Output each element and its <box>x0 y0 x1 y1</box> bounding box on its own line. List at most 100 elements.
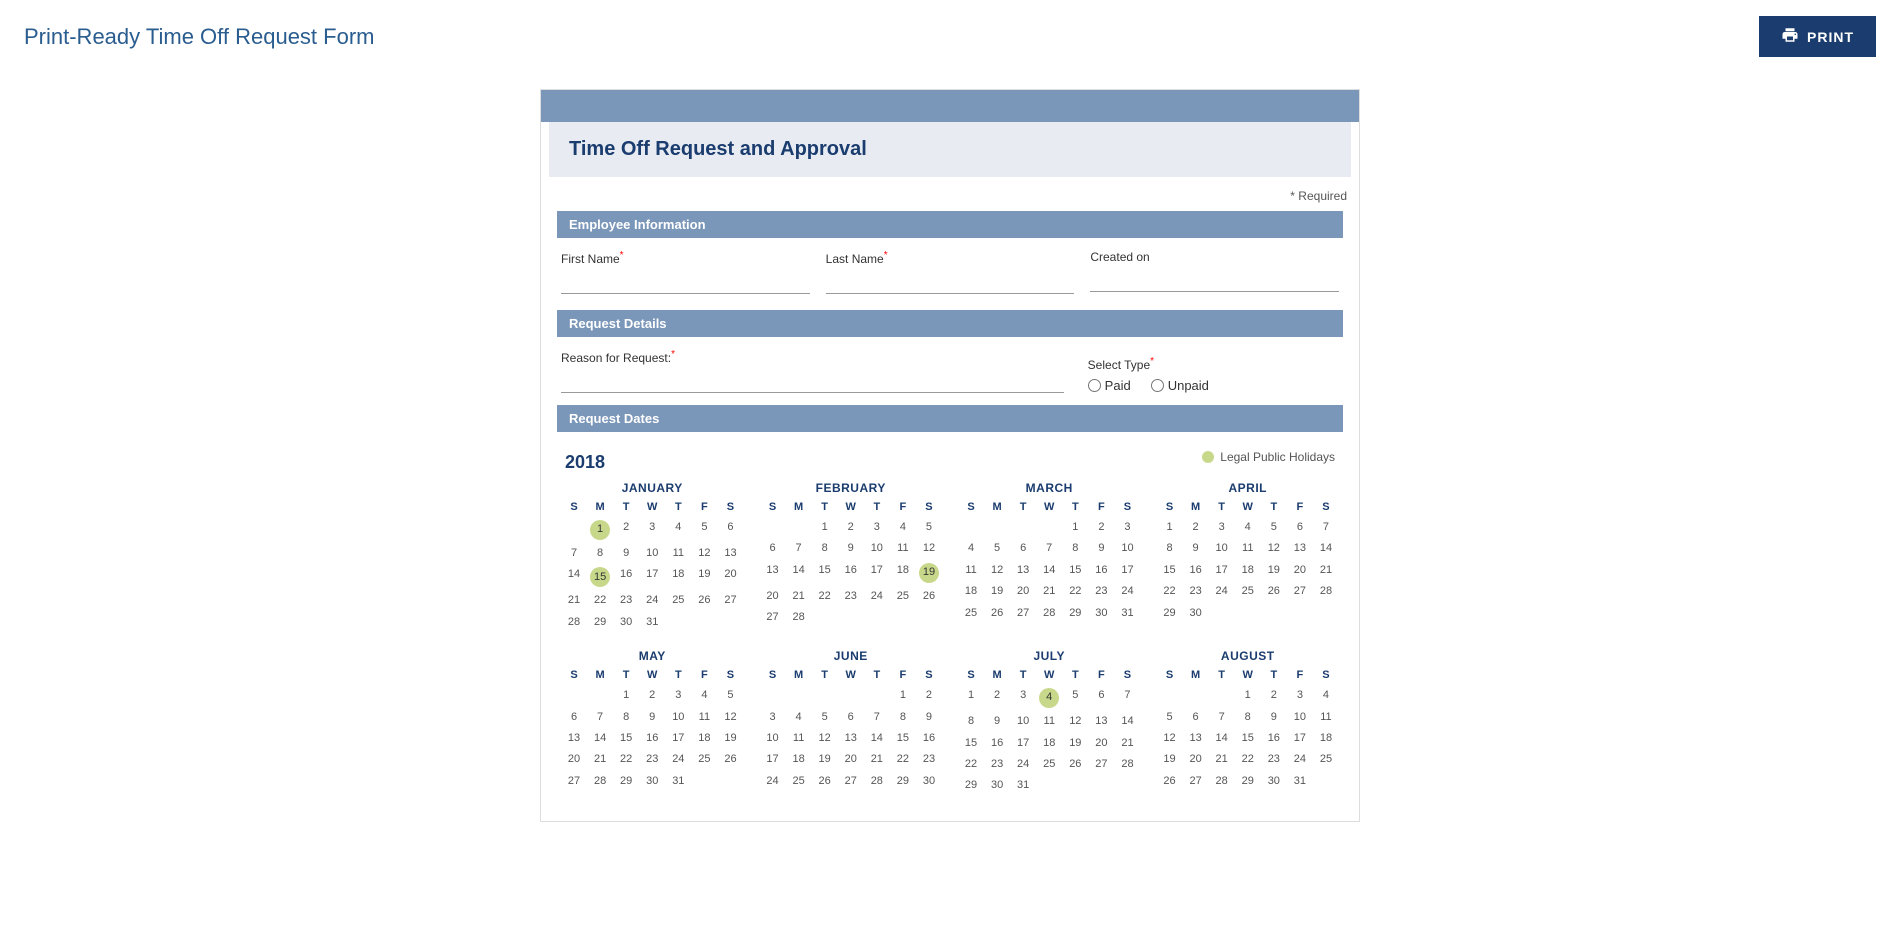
calendar-day: 27 <box>717 590 743 611</box>
calendar-day: 16 <box>639 728 665 749</box>
calendar-day: 21 <box>561 590 587 611</box>
last-name-input[interactable] <box>826 270 1075 294</box>
calendar-dow: M <box>1183 499 1209 515</box>
calendar-day: 8 <box>613 707 639 728</box>
calendar-body: 1234567891011121314151617181920212223242… <box>1157 685 1340 792</box>
calendar-dow: T <box>1062 499 1088 515</box>
calendar-day: 26 <box>691 590 717 611</box>
calendar-day: 24 <box>1209 581 1235 602</box>
unpaid-radio[interactable] <box>1151 379 1164 392</box>
calendar-day: 5 <box>916 517 942 538</box>
calendar-highlighted-day: 1 <box>590 520 610 540</box>
calendar-day: 5 <box>1062 685 1088 711</box>
calendar-day: 1 <box>1235 685 1261 706</box>
calendar-day: 1 <box>587 517 613 543</box>
calendar-dow: T <box>1209 499 1235 515</box>
calendar-day: 25 <box>691 749 717 770</box>
print-button[interactable]: PRINT <box>1759 16 1876 57</box>
calendar-day: 21 <box>1209 749 1235 770</box>
calendar-day: 13 <box>561 728 587 749</box>
paid-label: Paid <box>1105 378 1131 393</box>
calendar-day: 9 <box>984 711 1010 732</box>
calendar-day: 2 <box>1261 685 1287 706</box>
calendar-day: 2 <box>613 517 639 543</box>
calendar-day: 24 <box>760 771 786 792</box>
calendar-day: 4 <box>890 517 916 538</box>
select-type-label: Select Type* <box>1088 356 1339 372</box>
calendar-august: AUGUSTSMTWTFS123456789101112131415161718… <box>1157 649 1340 797</box>
calendar-dow: S <box>717 499 743 515</box>
unpaid-label: Unpaid <box>1168 378 1209 393</box>
calendar-day: 22 <box>958 754 984 775</box>
calendar-day: 12 <box>916 538 942 559</box>
calendar-day: 16 <box>984 733 1010 754</box>
calendar-day: 30 <box>613 612 639 633</box>
calendar-day: 23 <box>1183 581 1209 602</box>
calendar-day: 18 <box>890 560 916 586</box>
calendar-title-january: JANUARY <box>561 481 744 495</box>
calendar-day: 10 <box>1209 538 1235 559</box>
calendar-january: JANUARYSMTWTFS12345678910111213141516171… <box>561 481 744 633</box>
calendar-february: FEBRUARYSMTWTFS1234567891011121314151617… <box>760 481 943 633</box>
calendar-header: SMTWTFS <box>1157 667 1340 683</box>
calendar-header: SMTWTFS <box>561 499 744 515</box>
year-label: 2018 <box>561 444 609 477</box>
calendar-dow: T <box>1261 499 1287 515</box>
calendar-header: SMTWTFS <box>760 667 943 683</box>
calendar-day: 30 <box>916 771 942 792</box>
calendar-june: JUNE SMTWTFS 12345678910111213141516171819… <box>760 649 943 797</box>
calendar-day: 12 <box>812 728 838 749</box>
calendar-day: 25 <box>1036 754 1062 775</box>
calendar-day: 15 <box>812 560 838 586</box>
calendar-header: SMTWTFS <box>561 667 744 683</box>
paid-option[interactable]: Paid <box>1088 378 1131 393</box>
calendar-day: 13 <box>1088 711 1114 732</box>
calendar-day: 18 <box>1235 560 1261 581</box>
paid-radio[interactable] <box>1088 379 1101 392</box>
calendar-day: 9 <box>1183 538 1209 559</box>
calendar-day: 30 <box>1183 603 1209 624</box>
calendar-day: 26 <box>812 771 838 792</box>
calendar-day: 18 <box>691 728 717 749</box>
calendar-day: 24 <box>1010 754 1036 775</box>
legend-row: Legal Public Holidays <box>1198 450 1339 472</box>
calendar-day: 14 <box>587 728 613 749</box>
calendar-body: 1234567891011121314151617181920212223242… <box>760 685 943 792</box>
calendar-day: 23 <box>838 586 864 607</box>
calendar-day: 23 <box>613 590 639 611</box>
first-name-input[interactable] <box>561 270 810 294</box>
calendar-day: 8 <box>812 538 838 559</box>
calendar-dow: T <box>1062 667 1088 683</box>
calendar-day: 3 <box>1114 517 1140 538</box>
calendar-day: 3 <box>864 517 890 538</box>
calendar-day: 9 <box>613 543 639 564</box>
calendar-dow: T <box>613 499 639 515</box>
calendar-day: 5 <box>691 517 717 543</box>
form-header-bar <box>541 90 1359 122</box>
calendar-day: 28 <box>1036 603 1062 624</box>
calendar-day: 13 <box>760 560 786 586</box>
first-name-label: First Name* <box>561 250 810 266</box>
created-on-input[interactable] <box>1090 268 1339 292</box>
calendar-dow: S <box>561 499 587 515</box>
calendar-day: 15 <box>890 728 916 749</box>
calendar-day: 19 <box>984 581 1010 602</box>
calendar-day: 3 <box>665 685 691 706</box>
calendar-day: 7 <box>1313 517 1339 538</box>
calendar-day: 3 <box>1010 685 1036 711</box>
calendar-day: 7 <box>1036 538 1062 559</box>
calendar-day: 26 <box>1062 754 1088 775</box>
calendar-day: 11 <box>1313 707 1339 728</box>
calendar-day: 7 <box>587 707 613 728</box>
reason-input[interactable] <box>561 369 1064 393</box>
calendar-title-june: JUNE <box>760 649 943 663</box>
calendar-day: 26 <box>984 603 1010 624</box>
calendar-dow: F <box>1287 667 1313 683</box>
calendars-grid: JANUARY SMTWTFS 12345678910111213141516171… <box>557 481 1343 797</box>
calendar-day: 12 <box>1062 711 1088 732</box>
unpaid-option[interactable]: Unpaid <box>1151 378 1209 393</box>
calendar-day: 26 <box>1157 771 1183 792</box>
calendar-dow: F <box>890 667 916 683</box>
calendar-day: 16 <box>916 728 942 749</box>
calendar-day: 20 <box>1010 581 1036 602</box>
